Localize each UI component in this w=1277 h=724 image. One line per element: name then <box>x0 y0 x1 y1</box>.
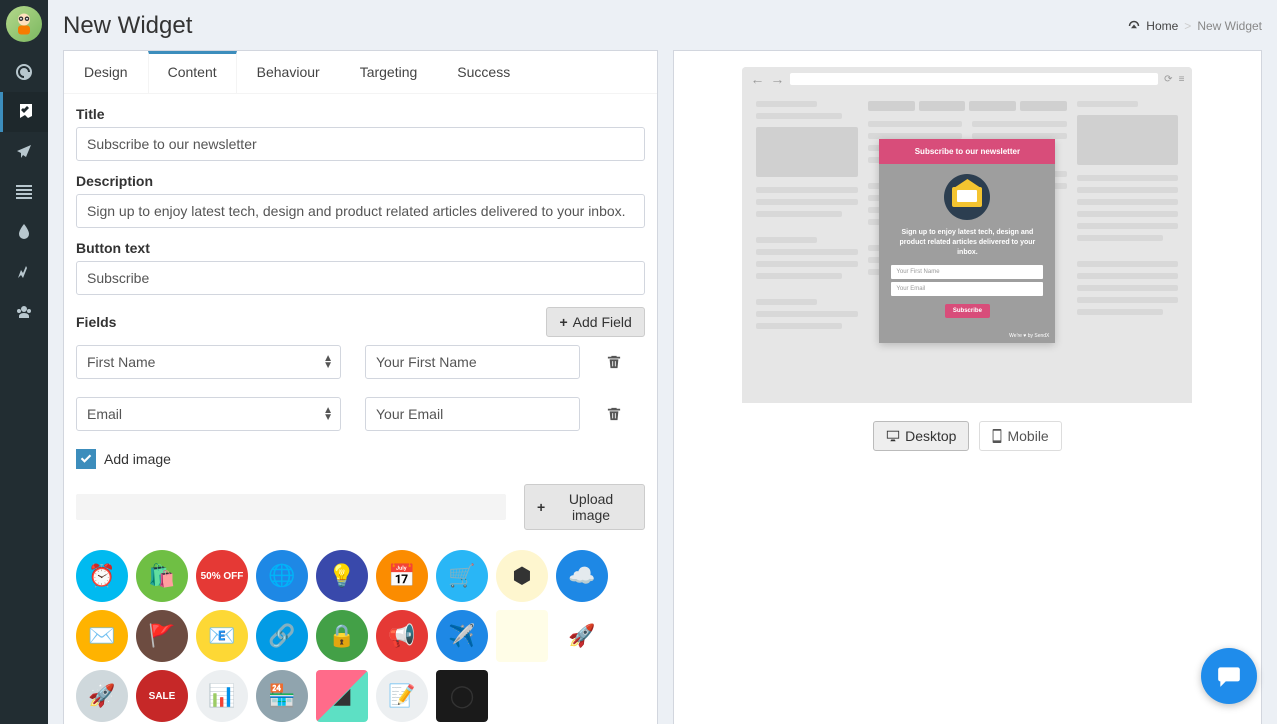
gallery-icon[interactable]: 🌐 <box>256 550 308 602</box>
widget-input-firstname: Your First Name <box>891 265 1043 279</box>
add-image-label: Add image <box>104 451 171 467</box>
gallery-icon[interactable]: 🚩 <box>136 610 188 662</box>
back-icon: ← <box>750 71 764 87</box>
page-title: New Widget <box>63 12 192 40</box>
add-image-checkbox[interactable] <box>76 449 96 469</box>
preview-panel: ← → ⟳ ≡ <box>673 50 1262 724</box>
button-text-input[interactable] <box>76 261 645 295</box>
nav-dashboard[interactable] <box>0 52 48 92</box>
widget-input-email: Your Email <box>891 282 1043 296</box>
field-placeholder-input[interactable] <box>365 345 580 379</box>
tab-success[interactable]: Success <box>437 51 530 93</box>
widget-footer: We're ♥ by SendX <box>879 331 1055 343</box>
gallery-icon[interactable]: 🏪 <box>256 670 308 722</box>
breadcrumb: Home > New Widget <box>1128 19 1262 33</box>
desktop-icon <box>886 429 900 443</box>
breadcrumb-current: New Widget <box>1197 19 1262 33</box>
fields-label: Fields <box>76 314 116 330</box>
tabs: Design Content Behaviour Targeting Succe… <box>64 51 657 94</box>
content-panel: Design Content Behaviour Targeting Succe… <box>63 50 658 724</box>
nav-campaigns[interactable] <box>0 132 48 172</box>
description-label: Description <box>76 173 645 189</box>
delete-field-button[interactable] <box>604 352 624 372</box>
envelope-icon <box>944 174 990 220</box>
caret-icon: ▲▼ <box>323 355 333 369</box>
chat-launcher[interactable] <box>1201 648 1257 704</box>
widget-subscribe-button: Subscribe <box>945 304 990 318</box>
gallery-icon[interactable] <box>496 610 548 662</box>
chat-icon <box>1216 663 1242 689</box>
refresh-icon: ⟳ <box>1164 74 1172 85</box>
icon-gallery: ⏰🛍️50% OFF🌐💡📅🛒⬢☁️✉️🚩📧🔗🔒📢✈️🚀🚀SALE📊🏪◢📝◯ <box>76 550 645 722</box>
desktop-label: Desktop <box>905 428 956 444</box>
gallery-icon[interactable]: 🔒 <box>316 610 368 662</box>
add-field-label: Add Field <box>573 314 632 330</box>
nav-drip[interactable] <box>0 212 48 252</box>
sidebar <box>0 0 48 724</box>
check-icon <box>80 453 92 465</box>
gallery-icon[interactable]: 🔗 <box>256 610 308 662</box>
widget-title: Subscribe to our newsletter <box>879 139 1055 164</box>
widget-description: Sign up to enjoy latest tech, design and… <box>891 228 1043 257</box>
upload-image-label: Upload image <box>550 491 632 523</box>
gallery-icon[interactable]: ✉️ <box>76 610 128 662</box>
gallery-icon[interactable]: ✈️ <box>436 610 488 662</box>
nav-audience[interactable] <box>0 292 48 332</box>
caret-icon: ▲▼ <box>323 407 333 421</box>
plus-icon: + <box>559 314 567 330</box>
menu-icon: ≡ <box>1179 74 1185 85</box>
tab-behaviour[interactable]: Behaviour <box>237 51 340 93</box>
description-input[interactable] <box>76 194 645 228</box>
gallery-icon[interactable]: ⏰ <box>76 550 128 602</box>
mobile-view-button[interactable]: Mobile <box>979 421 1061 451</box>
preview-window: ← → ⟳ ≡ <box>742 67 1192 403</box>
gallery-icon[interactable]: 💡 <box>316 550 368 602</box>
field-type-select[interactable]: Email <box>76 397 341 431</box>
add-field-button[interactable]: + Add Field <box>546 307 644 337</box>
tab-content[interactable]: Content <box>148 51 237 93</box>
gallery-icon[interactable]: 📧 <box>196 610 248 662</box>
avatar[interactable] <box>6 6 42 42</box>
nav-automation[interactable] <box>0 252 48 292</box>
gallery-icon[interactable]: 50% OFF <box>196 550 248 602</box>
dashboard-icon <box>1128 20 1140 32</box>
field-row: First Name ▲▼ <box>76 345 645 379</box>
gallery-icon[interactable]: ◢ <box>316 670 368 722</box>
title-label: Title <box>76 106 645 122</box>
gallery-icon[interactable]: SALE <box>136 670 188 722</box>
url-bar <box>790 73 1158 85</box>
breadcrumb-sep: > <box>1184 19 1191 33</box>
title-input[interactable] <box>76 127 645 161</box>
gallery-icon[interactable]: 📝 <box>376 670 428 722</box>
gallery-icon[interactable]: ◯ <box>436 670 488 722</box>
nav-lists[interactable] <box>0 172 48 212</box>
gallery-icon[interactable]: 📢 <box>376 610 428 662</box>
gallery-icon[interactable]: 🛍️ <box>136 550 188 602</box>
delete-field-button[interactable] <box>604 404 624 424</box>
tab-design[interactable]: Design <box>64 51 148 93</box>
plus-icon: + <box>537 499 545 515</box>
field-row: Email ▲▼ <box>76 397 645 431</box>
breadcrumb-home[interactable]: Home <box>1146 19 1178 33</box>
desktop-view-button[interactable]: Desktop <box>873 421 969 451</box>
gallery-icon[interactable]: 🚀 <box>76 670 128 722</box>
nav-widgets[interactable] <box>0 92 48 132</box>
gallery-icon[interactable]: 🚀 <box>556 610 608 662</box>
tab-targeting[interactable]: Targeting <box>340 51 438 93</box>
mobile-label: Mobile <box>1007 428 1048 444</box>
button-text-label: Button text <box>76 240 645 256</box>
field-type-select[interactable]: First Name <box>76 345 341 379</box>
upload-filename <box>76 494 506 520</box>
gallery-icon[interactable]: ☁️ <box>556 550 608 602</box>
field-placeholder-input[interactable] <box>365 397 580 431</box>
mobile-icon <box>992 429 1002 443</box>
gallery-icon[interactable]: 📅 <box>376 550 428 602</box>
gallery-icon[interactable]: 🛒 <box>436 550 488 602</box>
widget-preview: Subscribe to our newsletter Sign up to e… <box>879 139 1055 343</box>
upload-image-button[interactable]: + Upload image <box>524 484 645 530</box>
gallery-icon[interactable]: 📊 <box>196 670 248 722</box>
gallery-icon[interactable]: ⬢ <box>496 550 548 602</box>
forward-icon: → <box>770 71 784 87</box>
